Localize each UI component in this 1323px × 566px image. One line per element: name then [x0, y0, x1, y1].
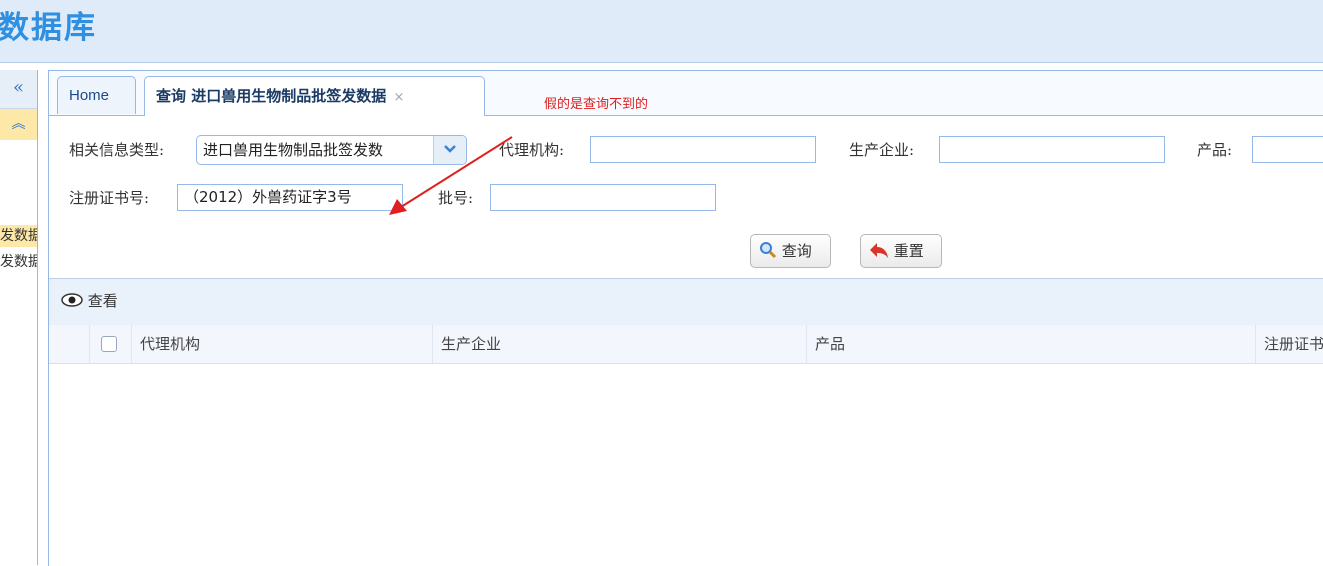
column-header[interactable]: 产品	[806, 325, 1255, 363]
grid-toolbar: 查看	[49, 278, 1323, 326]
annotation-arrow	[389, 136, 513, 215]
sidebar-item-label: 发数据	[0, 254, 37, 270]
annotation-note: 假的是查询不到的	[544, 97, 649, 112]
product-input[interactable]	[1252, 136, 1323, 163]
eye-icon	[61, 292, 88, 310]
column-header[interactable]: 代理机构	[131, 325, 432, 363]
reset-button[interactable]: 重置	[860, 234, 942, 268]
view-button[interactable]: 查看	[61, 287, 118, 315]
info-type-label: 相关信息类型:	[69, 141, 165, 159]
sidebar-item-label: 发数据	[0, 225, 37, 247]
product-label: 产品:	[1197, 141, 1233, 159]
tab-home[interactable]: Home	[57, 76, 136, 114]
select-all-checkbox[interactable]	[101, 336, 117, 352]
collapse-sidebar-icon[interactable]: «	[0, 70, 37, 109]
query-button[interactable]: 查询	[750, 234, 831, 268]
main-panel: Home 查询 进口兽用生物制品批签发数据 × 假的是查询不到的 相关信息类型:…	[48, 70, 1323, 566]
chevron-up-icon[interactable]: ︽	[0, 109, 37, 140]
tab-bar: Home 查询 进口兽用生物制品批签发数据 × 假的是查询不到的	[49, 71, 1323, 116]
close-icon[interactable]: ×	[393, 90, 404, 105]
column-header[interactable]: 注册证书	[1255, 325, 1323, 363]
app-title: 数据库	[0, 10, 97, 46]
view-button-label: 查看	[87, 292, 118, 310]
column-header[interactable]: 生产企业	[432, 325, 806, 363]
registration-input[interactable]: （2012）外兽药证字3号	[177, 184, 403, 211]
search-icon	[759, 242, 782, 260]
tab-query-label: 查询 进口兽用生物制品批签发数据	[156, 87, 387, 105]
sidebar-item[interactable]: 发数据	[0, 251, 37, 273]
registration-label: 注册证书号:	[69, 189, 150, 207]
undo-icon	[869, 242, 894, 260]
app-header: 数据库	[0, 0, 1323, 63]
manufacturer-label: 生产企业:	[849, 141, 915, 159]
reset-button-label: 重置	[893, 242, 924, 260]
tab-query[interactable]: 查询 进口兽用生物制品批签发数据 ×	[144, 76, 485, 116]
agent-input[interactable]	[590, 136, 816, 163]
manufacturer-input[interactable]	[939, 136, 1165, 163]
sidebar-item[interactable]: 发数据	[0, 225, 37, 247]
sidebar: « ︽ 发数据 发数据	[0, 70, 38, 565]
query-button-label: 查询	[781, 242, 812, 260]
grid-header: 代理机构 生产企业 产品 注册证书	[49, 325, 1323, 364]
batch-input[interactable]	[490, 184, 716, 211]
info-type-value: 进口兽用生物制品批签发数	[203, 141, 384, 159]
select-all-cell	[89, 325, 131, 363]
